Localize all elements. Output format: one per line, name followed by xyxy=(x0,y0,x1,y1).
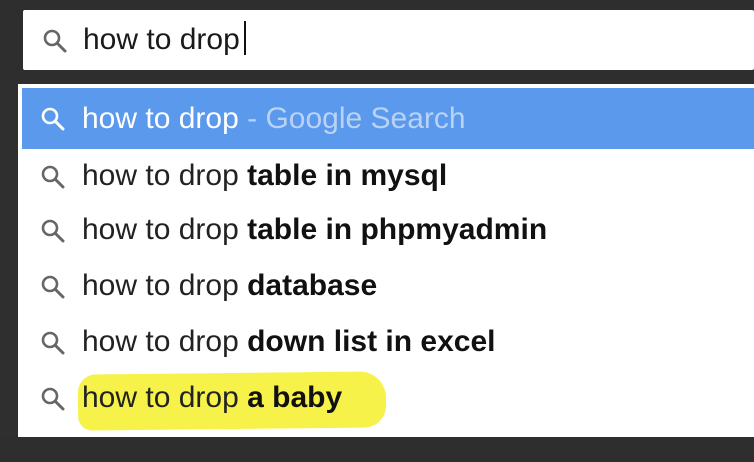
search-icon xyxy=(43,29,67,53)
suggestion-completion: a baby xyxy=(247,381,343,414)
search-box[interactable]: how to drop xyxy=(23,10,754,70)
search-query-text: how to drop xyxy=(83,23,240,56)
text-cursor xyxy=(243,21,246,56)
suggestion-text: how to drop a baby xyxy=(82,371,342,425)
suggestion-prefix: how to drop xyxy=(82,381,248,414)
browser-bottom-frame xyxy=(0,437,754,462)
search-icon xyxy=(41,387,65,411)
search-input[interactable]: how to drop xyxy=(83,18,246,62)
suggestions-dropdown-overlay: how to drop a baby xyxy=(18,84,754,437)
suggestion-item[interactable]: how to drop a baby xyxy=(22,371,754,425)
